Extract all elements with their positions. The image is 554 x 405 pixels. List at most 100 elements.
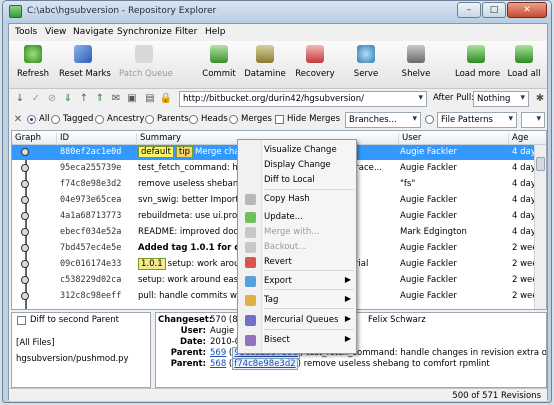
shelve-button[interactable]: Shelve [399,43,433,87]
push-icon[interactable]: ⇑ [93,92,107,106]
title-bar[interactable]: C:\abc\hgsubversion - Repository Explore… [3,1,551,23]
row-user: Augie Fackler [400,163,457,173]
serve-label: Serve [353,69,379,79]
context-item-visualize-change[interactable]: Visualize Change [240,143,355,158]
radio-heads[interactable] [189,115,198,124]
diff-second-parent-checkbox[interactable] [17,316,26,325]
scroll-thumb[interactable] [536,157,545,171]
radio-all[interactable] [27,115,36,124]
sync-settings-icon[interactable]: ✱ [533,92,547,106]
parent1-rev-link[interactable]: 569 [210,348,226,358]
context-item-update[interactable]: Update... [240,210,355,225]
radio-file-patterns[interactable] [425,115,434,124]
serve-icon [357,45,375,63]
branches-select[interactable]: Branches... [345,112,421,128]
sync-bar: ↓ ✓ ⊘ ⇓ ↑ ⇑ ✉ ▣ ▤ 🔒 http://bitbucket.org… [9,89,547,110]
radio-parents-label: Parents [157,114,189,124]
context-item-copy-hash[interactable]: Copy Hash [240,192,355,207]
pull-icon[interactable]: ⇓ [61,92,75,106]
accept-icon[interactable]: ✓ [29,92,43,106]
parent2-hash-link[interactable]: f74c8e98e3d2 [232,358,298,370]
sync-url-combobox[interactable]: http://bitbucket.org/durin42/hgsubversio… [179,91,427,107]
reset-marks-button[interactable]: Reset Marks [59,43,111,87]
radio-tagged-label: Tagged [63,114,94,124]
menu-navigate[interactable]: Navigate [73,27,113,37]
datamine-button[interactable]: Datamine [243,43,287,87]
context-item-export[interactable]: Export ▶ [240,274,355,289]
context-item-tag[interactable]: Tag ▶ [240,293,355,308]
detail-parent-2: Parent: 568 (f74c8e98e3d2) remove useles… [156,358,546,370]
radio-merges[interactable] [229,115,238,124]
graph-node-icon [21,180,29,188]
refresh-button[interactable]: Refresh [15,43,51,87]
vertical-scrollbar[interactable] [534,145,546,309]
unbundle-icon[interactable]: ▤ [143,92,157,106]
file-item-pushmod[interactable]: hgsubversion/pushmod.py [16,354,129,364]
column-age[interactable]: Age [508,133,546,145]
load-more-icon [467,45,485,63]
radio-ancestry[interactable] [95,115,104,124]
toolbar: Refresh Reset Marks Patch Queue Commit D… [9,41,547,89]
row-id: 7bd457ec4e5e [60,243,122,253]
lock-icon[interactable]: 🔒 [159,92,173,106]
graph-node-icon [21,292,29,300]
incoming-icon[interactable]: ↓ [13,92,27,106]
commit-button[interactable]: Commit [201,43,237,87]
serve-button[interactable]: Serve [351,43,381,87]
file-patterns-extra-select[interactable] [521,112,545,128]
window-title: C:\abc\hgsubversion - Repository Explore… [27,6,217,16]
context-item-display-change[interactable]: Display Change [240,158,355,173]
load-all-button[interactable]: Load all [505,43,543,87]
outgoing-icon[interactable]: ↑ [77,92,91,106]
menu-tools[interactable]: Tools [15,27,37,37]
context-item-diff-to-local[interactable]: Diff to Local [240,173,355,188]
patch-queue-button[interactable]: Patch Queue [119,43,173,87]
export-icon [245,276,256,287]
filter-close-icon[interactable]: ✕ [11,113,25,127]
radio-tagged[interactable] [51,115,60,124]
context-item-label: Display Change [264,160,331,170]
radio-heads-label: Heads [201,114,228,124]
radio-all-label: All [39,114,50,124]
menu-filter[interactable]: Filter [175,27,197,37]
close-button[interactable]: ✕ [507,2,547,18]
context-item-merge-with[interactable]: Merge with... [240,225,355,240]
context-item-mercurial-queues[interactable]: Mercurial Queues ▶ [240,313,355,328]
hide-merges-checkbox[interactable] [275,115,284,124]
file-item-all[interactable]: [All Files] [16,338,55,348]
context-item-label: Mercurial Queues [264,315,339,325]
parent-key-1: Parent: [170,348,206,358]
column-graph[interactable]: Graph [12,133,41,145]
files-panel: Diff to second Parent [All Files] hgsubv… [11,312,151,388]
row-summary-text: pull: handle commits with [138,291,249,301]
bisect-icon [245,335,256,346]
minimize-button[interactable]: – [457,2,481,18]
reject-icon[interactable]: ⊘ [45,92,59,106]
after-pull-select[interactable]: Nothing [473,91,529,107]
parent2-summary: remove useless shebang to comfort rpmlin… [303,359,490,369]
context-item-backout[interactable]: Backout... [240,240,355,255]
parent2-rev-link[interactable]: 568 [210,359,226,369]
row-user: Mark Edgington [400,227,467,237]
radio-merges-label: Merges [241,114,272,124]
menu-synchronize[interactable]: Synchronize [117,27,172,37]
context-menu: Visualize Change Display Change Diff to Lo… [237,139,357,354]
recovery-button[interactable]: Recovery [295,43,335,87]
menu-help[interactable]: Help [205,27,226,37]
revision-count: 500 of 571 Revisions [452,391,541,401]
bundle-icon[interactable]: ▣ [125,92,139,106]
radio-parents[interactable] [145,115,154,124]
context-item-bisect[interactable]: Bisect ▶ [240,333,355,348]
branches-value: Branches... [349,115,397,125]
menu-view[interactable]: View [45,27,66,37]
column-user[interactable]: User [398,133,508,145]
file-patterns-select[interactable]: File Patterns [437,112,517,128]
load-more-button[interactable]: Load more [455,43,500,87]
context-item-revert[interactable]: Revert [240,255,355,270]
column-id[interactable]: ID [56,133,136,145]
email-icon[interactable]: ✉ [109,92,123,106]
status-bar: 500 of 571 Revisions [9,388,547,401]
graph-node-icon [21,164,29,172]
row-user: Augie Fackler [400,147,457,157]
maximize-button[interactable]: □ [482,2,506,18]
